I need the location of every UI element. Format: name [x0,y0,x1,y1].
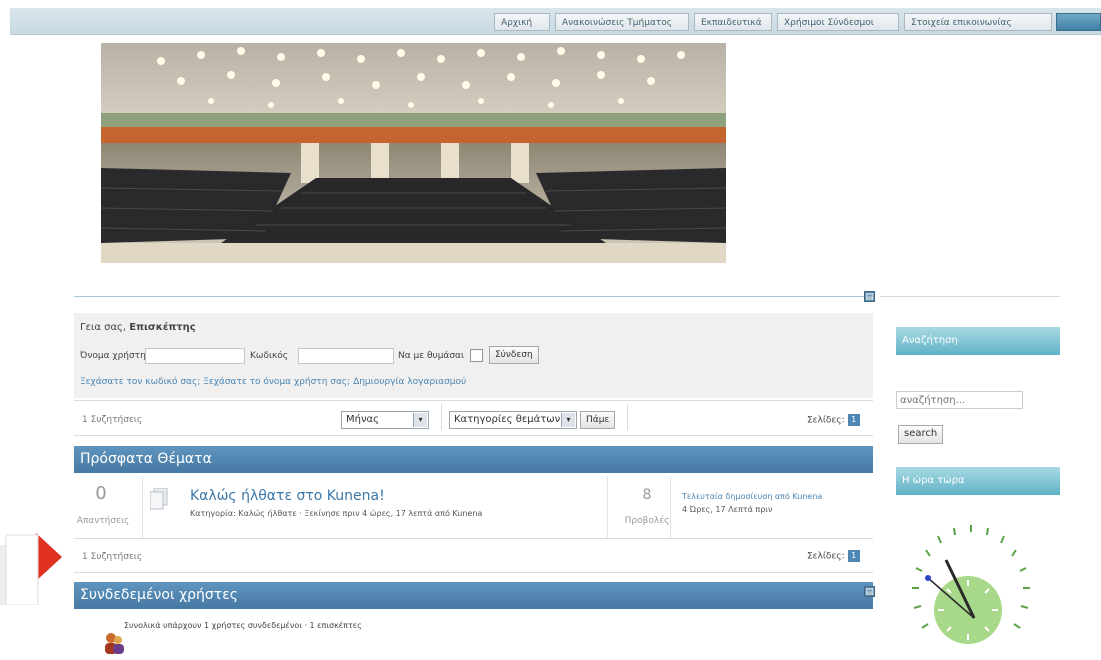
views-label: Προβολές [624,516,670,526]
topic-meta: Κατηγορία: Καλώς ήλθατε · Ξεκίνησε πριν … [190,509,483,518]
chevron-down-icon: ▾ [413,413,427,427]
last-post-time: 4 Ώρες, 17 Λεπτά πριν [682,505,773,514]
last-post-link[interactable]: Τελευταία δημοσίευση από Kunena [682,492,822,501]
topic-title-link[interactable]: Καλώς ήλθατε στο Kunena! [190,488,385,504]
footer-threads-count: 1 Συζητήσεις [82,552,143,562]
nav-item-home[interactable]: Αρχική [494,13,550,31]
column-divider [142,476,143,538]
username-label: Όνομα χρήστη [80,351,146,361]
replies-label: Απαντήσεις [76,516,130,526]
search-input[interactable] [896,391,1023,409]
nav-item-announcements[interactable]: Ανακοινώσεις Τμήματος [555,13,689,31]
remember-checkbox[interactable] [470,349,483,362]
chevron-down-icon: ▾ [561,413,575,427]
period-select-value: Μήνας [346,414,380,425]
footer-pages-label: Σελίδες: [807,551,845,562]
filter-divider-right [627,404,628,430]
decorative-red-graphic [0,505,68,606]
replies-count: 0 [95,483,107,504]
footer-pagination: Σελίδες: 1 [807,550,860,562]
users-icon [104,630,124,654]
page-link[interactable]: 1 [847,414,860,426]
online-users-text: Συνολικά υπάρχουν 1 χρήστες συνδεδεμένοι… [124,621,362,630]
column-divider [607,476,608,538]
search-module-header: Αναζήτηση [896,327,1060,355]
analog-clock [896,500,1046,657]
filter-divider [441,404,442,430]
online-users-panel [74,609,873,657]
category-select[interactable]: Κατηγορίες θεμάτων ▾ [449,411,577,429]
remember-label: Να με θυμάσαι [398,351,465,361]
forgot-links[interactable]: Ξεχάσατε τον κωδικό σας; Ξεχάσατε το όνο… [80,377,466,387]
collapse-online-button[interactable]: ▤ [864,586,875,597]
views-count: 8 [642,487,652,503]
main-module-divider [74,296,875,297]
welcome-user: Επισκέπτης [129,322,196,333]
threads-count: 1 Συζητήσεις [82,415,143,425]
collapse-login-button[interactable]: ▤ [864,291,875,302]
nav-item-contact[interactable]: Στοιχεία επικοινωνίας [904,13,1052,31]
topics-footer-bar [74,540,873,573]
sidebar-divider [880,296,1060,297]
online-users-header: Συνδεδεμένοι χρήστες [74,582,873,609]
recent-topics-header: Πρόσφατα Θέματα [74,446,873,473]
pages-label: Σελίδες: [807,415,845,426]
clock-module-header: Η ώρα τώρα [896,467,1060,495]
login-button[interactable]: Σύνδεση [489,346,539,364]
search-button[interactable]: search [898,425,944,444]
pagination: Σελίδες: 1 [807,414,860,426]
period-select[interactable]: Μήνας ▾ [341,411,429,429]
auditorium-banner-image [101,43,726,263]
category-select-value: Κατηγορίες θεμάτων [454,414,561,425]
welcome-prefix: Γεια σας, [80,322,127,333]
go-button[interactable]: Πάμε [580,411,616,429]
nav-item-educational[interactable]: Εκπαιδευτικά [694,13,772,31]
footer-page-link[interactable]: 1 [847,550,860,562]
welcome-text: Γεια σας, Επισκέπτης [80,322,196,333]
document-icon [149,487,168,510]
column-divider [670,476,671,538]
username-input[interactable] [145,348,245,364]
password-label: Κωδικός [250,351,289,361]
password-input[interactable] [298,348,394,364]
nav-item-active[interactable] [1056,13,1101,31]
nav-item-useful-links[interactable]: Χρήσιμοι Σύνδεσμοι [777,13,899,31]
